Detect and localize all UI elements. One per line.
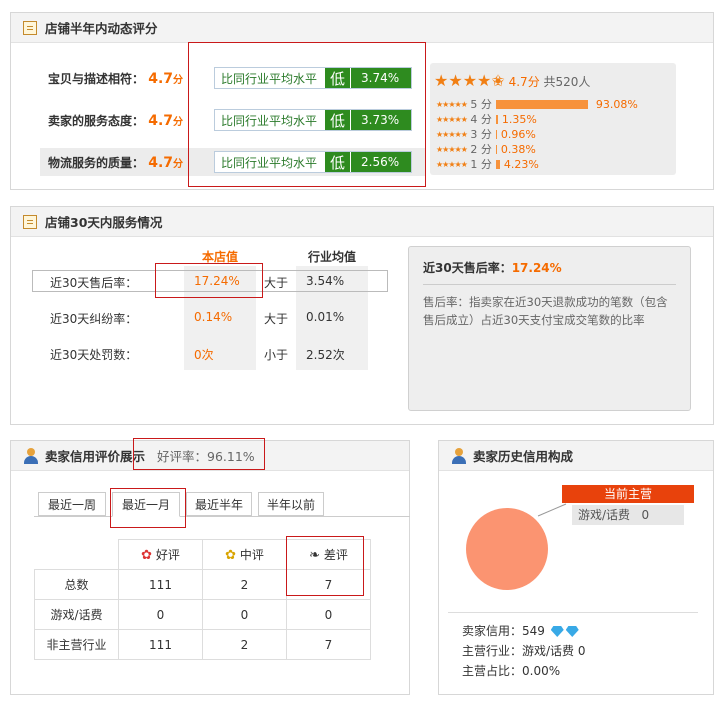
- summary-score: 4.7分: [508, 75, 540, 89]
- service-industry-penalty: 2.52次: [306, 348, 345, 362]
- star-icon: ★: [448, 71, 463, 90]
- dist-row-1: ★★★★★ 1 分 4.23%: [436, 157, 539, 172]
- header-mid: ✿ 中评: [202, 539, 287, 570]
- flower-icon: ✿: [225, 548, 237, 563]
- history-header: 卖家历史信用构成: [439, 441, 713, 471]
- flower-icon: ✿: [141, 548, 153, 563]
- history-pie-chart: [466, 508, 548, 590]
- summary-stars: ★★★★✬ 4.7分 共520人: [434, 71, 590, 90]
- tip-title: 近30天售后率：17.24%: [423, 259, 676, 285]
- dist-row-2: ★★★★★ 2 分 0.38%: [436, 142, 536, 157]
- service-store-penalty: 0次: [194, 348, 214, 362]
- service-label-aftersale: 近30天售后率：: [50, 276, 138, 290]
- stars-icon: ★★★★★: [436, 144, 468, 154]
- summary-count: 共520人: [543, 75, 591, 89]
- service-header: 店铺30天内服务情况: [11, 207, 713, 237]
- dist-row-5: ★★★★★ 5 分 93.08%: [436, 97, 638, 112]
- half-star-icon: ✬: [491, 71, 505, 90]
- dist-bar-5: [495, 99, 588, 109]
- dsr-score-service: 4.7: [148, 113, 174, 129]
- dsr-label-service: 卖家的服务态度： 4.7分: [48, 113, 184, 129]
- highlight-box-bad: [286, 536, 364, 596]
- service-title: 店铺30天内服务情况: [45, 215, 163, 230]
- table-row: 非主营行业 111 2 7: [34, 629, 371, 660]
- dist-row-4: ★★★★★ 4 分 1.35%: [436, 112, 537, 127]
- dsr-score-logistics: 4.7: [148, 155, 174, 171]
- service-industry-aftersale: 3.54%: [306, 274, 345, 288]
- dsr-label-logistics: 物流服务的质量： 4.7分: [48, 155, 184, 171]
- credit-line: 卖家信用：549: [462, 622, 579, 639]
- service-cmp-dispute: 大于: [264, 312, 289, 326]
- service-store-dispute: 0.14%: [194, 310, 233, 324]
- history-divider: [448, 612, 698, 613]
- header-good: ✿ 好评: [118, 539, 203, 570]
- dist-bar-3: [495, 129, 497, 139]
- tab-bar-line: [34, 516, 410, 517]
- service-cmp-penalty: 小于: [264, 348, 289, 362]
- user-icon: [23, 447, 39, 464]
- legend-body: 游戏/话费 0: [572, 505, 684, 525]
- dsr-score-desc: 4.7: [148, 71, 174, 87]
- star-icon: ★: [477, 71, 492, 90]
- document-icon: [23, 20, 37, 35]
- dist-row-3: ★★★★★ 3 分 0.96%: [436, 127, 536, 142]
- service-label-penalty: 近30天处罚数：: [50, 348, 138, 362]
- dist-bar-4: [495, 114, 498, 124]
- dsr-label-desc: 宝贝与描述相符： 4.7分: [48, 71, 184, 87]
- highlight-box-aftersale: [155, 263, 263, 298]
- col-industry-header: 行业均值: [307, 250, 356, 264]
- legend-head: 当前主营: [562, 485, 694, 503]
- main-share-line: 主营占比：0.00%: [462, 664, 561, 678]
- pie-leader-line: [537, 503, 567, 517]
- tab-before-half-year[interactable]: 半年以前: [258, 492, 324, 516]
- tab-week[interactable]: 最近一周: [38, 492, 106, 516]
- table-row: 游戏/话费 0 0 0: [34, 599, 371, 630]
- tab-half-year[interactable]: 最近半年: [186, 492, 252, 516]
- stars-icon: ★★★★★: [436, 129, 468, 139]
- star-icon: ★: [462, 71, 478, 90]
- service-industry-dispute: 0.01%: [306, 310, 345, 324]
- main-industry-line: 主营行业：游戏/话费 0: [462, 644, 586, 658]
- dist-bar-2: [495, 144, 497, 154]
- dist-bar-1: [495, 159, 500, 169]
- aftersale-tip-box: 近30天售后率：17.24% 售后率：指卖家在近30天退款成功的笔数（包含售后成…: [408, 246, 691, 411]
- user-icon: [451, 447, 467, 464]
- highlight-box-compare: [188, 42, 426, 187]
- highlight-box-good-rate: [133, 438, 265, 470]
- service-label-dispute: 近30天纠纷率：: [50, 312, 138, 326]
- dsr-title: 店铺半年内动态评分: [45, 21, 158, 36]
- highlight-box-month-tab: [110, 488, 186, 528]
- history-title: 卖家历史信用构成: [473, 449, 574, 464]
- diamond-icon: [565, 626, 579, 637]
- diamond-icon: [550, 626, 564, 637]
- stars-icon: ★★★★★: [436, 99, 468, 109]
- rating-distribution-box: ★★★★✬ 4.7分 共520人 ★★★★★ 5 分 93.08% ★★★★★ …: [430, 63, 676, 175]
- stars-icon: ★★★★★: [436, 114, 468, 124]
- star-icon: ★: [434, 71, 449, 90]
- tip-body: 售后率：指卖家在近30天退款成功的笔数（包含售后成立）占近30天支付宝成交笔数的…: [423, 295, 668, 327]
- dsr-header: 店铺半年内动态评分: [11, 13, 713, 43]
- stars-icon: ★★★★★: [436, 159, 468, 169]
- credit-title: 卖家信用评价展示: [45, 449, 146, 464]
- service-cmp-aftersale: 大于: [264, 276, 289, 290]
- document-icon: [23, 214, 37, 229]
